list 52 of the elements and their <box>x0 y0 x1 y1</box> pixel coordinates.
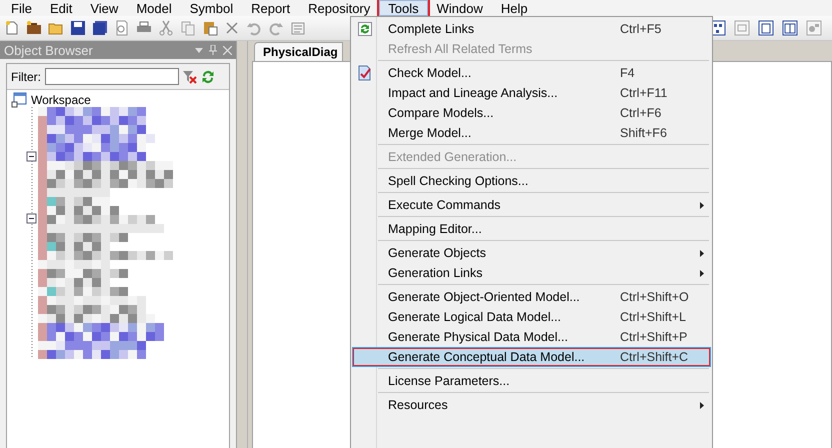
menu-item[interactable]: Generate Conceptual Data Model... Ctrl+Shift+C <box>352 347 711 367</box>
menu-item[interactable]: Generate Objects <box>352 243 711 263</box>
check-document-icon <box>357 65 373 81</box>
menu-item[interactable]: Resources <box>352 395 711 415</box>
print-preview-icon[interactable] <box>114 20 130 36</box>
clear-filter-icon[interactable] <box>183 70 197 84</box>
close-icon[interactable] <box>223 46 232 54</box>
filter-field[interactable] <box>45 68 179 85</box>
menu-bar-item[interactable]: View <box>81 0 128 16</box>
tree-item[interactable]: Workspace <box>31 93 91 107</box>
paste-icon[interactable] <box>202 20 218 36</box>
menu-item[interactable]: Impact and Lineage Analysis... Ctrl+F11 <box>352 83 711 103</box>
new-file-icon[interactable] <box>4 20 20 36</box>
workspace-icon <box>11 92 27 108</box>
network-icon[interactable] <box>806 20 822 36</box>
panel-title: Object Browser <box>4 42 94 58</box>
menu-item[interactable]: Compare Models... Ctrl+F6 <box>352 103 711 123</box>
menu-item[interactable]: Check Model... F4 <box>352 63 711 83</box>
menu-bar-item[interactable]: Tools <box>379 0 428 16</box>
filter-label: Filter: <box>11 70 41 84</box>
refresh-icon[interactable] <box>201 70 215 84</box>
properties-icon[interactable] <box>290 20 306 36</box>
menu-bar-item[interactable]: Model <box>127 0 181 16</box>
cut-icon[interactable] <box>158 20 174 36</box>
menu-bar-item[interactable]: Help <box>492 0 537 16</box>
two-pages-icon[interactable] <box>782 20 798 36</box>
menu-item[interactable]: Mapping Editor... <box>352 219 711 239</box>
page-icon[interactable] <box>758 20 774 36</box>
menu-item[interactable]: License Parameters... <box>352 371 711 391</box>
menu-item[interactable]: Execute Commands <box>352 195 711 215</box>
menu-item[interactable]: Generate Object-Oriented Model... Ctrl+Shift+O <box>352 287 711 307</box>
save-all-icon[interactable] <box>92 20 108 36</box>
menu-item[interactable]: Merge Model... Shift+F6 <box>352 123 711 143</box>
pin-icon[interactable] <box>209 45 217 55</box>
menu-item[interactable]: Spell Checking Options... <box>352 171 711 191</box>
document-tab[interactable]: PhysicalDiag <box>254 42 343 61</box>
menu-bar-item[interactable]: File <box>2 0 41 16</box>
layout-icon[interactable] <box>734 20 750 36</box>
save-icon[interactable] <box>70 20 86 36</box>
menu-bar-item[interactable]: Edit <box>40 0 82 16</box>
menu-bar-item[interactable]: Repository <box>299 0 380 16</box>
menu-bar-item[interactable]: Symbol <box>180 0 242 16</box>
menu-item[interactable]: Generate Logical Data Model... Ctrl+Shift+L <box>352 307 711 327</box>
briefcase-icon[interactable] <box>26 20 42 36</box>
menu-item[interactable]: Generation Links <box>352 263 711 283</box>
copy-icon[interactable] <box>180 20 196 36</box>
menu-bar-item[interactable]: Window <box>428 0 492 16</box>
delete-icon[interactable] <box>224 20 240 36</box>
refresh-icon <box>358 22 372 36</box>
menu-item[interactable]: Generate Physical Data Model... Ctrl+Shift+P <box>352 327 711 347</box>
menu-bar-item[interactable]: Report <box>242 0 300 16</box>
dropdown-icon[interactable] <box>195 48 203 52</box>
